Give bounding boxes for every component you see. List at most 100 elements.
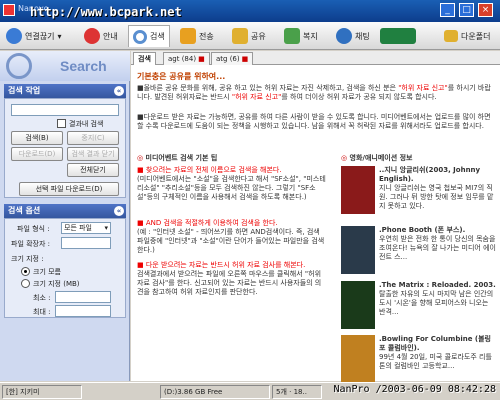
collapse-icon[interactable]: «	[114, 206, 124, 216]
tab-atg[interactable]: atg (6) ■	[211, 52, 254, 65]
toolbar-label: 복지	[303, 31, 318, 41]
file-type-label: 파일 형식 :	[17, 225, 50, 233]
movie-title: ..지니 앙글리쉬(2003, Johnny English).	[379, 166, 481, 183]
close-all-button[interactable]: 전체닫기	[67, 163, 119, 177]
tab-label: agt (84)	[168, 55, 197, 63]
tip-heading: ■ 다운 받으려는 자료는 반드시 허위 자료 검사를 해본다.	[137, 261, 306, 269]
close-icon[interactable]: ■	[198, 55, 205, 63]
movie-text: .Phone Booth (폰 부스). 우연히 받은 전화 한 통이 당신의 목…	[379, 226, 496, 262]
toolbar-label: 연결끊기	[25, 31, 55, 41]
tab-label: atg (6)	[216, 55, 240, 63]
movie-poster	[341, 281, 375, 329]
notice-highlight: "허위 자료 신고"	[231, 93, 282, 101]
status-count: 5개 · 18..	[272, 385, 322, 399]
size-all-radio[interactable]	[21, 267, 30, 276]
min-label: 최소 :	[33, 294, 51, 302]
size-all-label: 크기 모름	[33, 268, 61, 276]
movie-title: .Phone Booth (폰 부스).	[379, 226, 466, 234]
movie-poster	[341, 226, 375, 274]
movie-desc: 탈출한 자유의 도시 마지막 남은 인간의 도시 '시온'을 향해 모피어스와 …	[379, 290, 494, 316]
toolbar-search[interactable]: 검색	[128, 25, 170, 47]
collapse-icon[interactable]: «	[114, 86, 124, 96]
toolbar-chat[interactable]: 채팅	[336, 25, 370, 47]
options-panel: 파일 형식 : 모든 파일 파일 확장자 : 크기 지정 : 크기 모름 크기 …	[4, 218, 126, 318]
movie-desc: 99년 4월 20일, 미국 콜로라도주 리틀톤의 컬럼바인 고등학교...	[379, 353, 492, 370]
movie-text: .The Matrix : Reloaded. 2003. 탈출한 자유의 도시 …	[379, 281, 496, 317]
toolbar-label: 채팅	[355, 31, 370, 41]
movie-text: ..지니 앙글리쉬(2003, Johnny English). 지니 앙글리쉬는…	[379, 166, 496, 211]
max-size-input[interactable]	[55, 305, 111, 317]
movies-title: 영화/애니메이션 정보	[341, 153, 413, 163]
search-icon	[133, 29, 147, 44]
panel-title: 검색 옵션	[8, 206, 41, 215]
share-icon	[232, 28, 248, 44]
extension-label: 파일 확장자 :	[11, 240, 51, 248]
info-icon	[84, 28, 100, 44]
notice-title: 기본충은 공유를 위하여...	[137, 72, 226, 81]
toolbar-disconnect[interactable]: 연결끊기 ▾	[6, 25, 61, 47]
transfer-icon	[180, 28, 196, 44]
toolbar-share[interactable]: 공유	[232, 25, 266, 47]
extension-input[interactable]	[61, 237, 111, 249]
search-panel-header[interactable]: 검색 작업 «	[4, 84, 126, 98]
tab-search[interactable]: 검색	[133, 52, 156, 65]
search-panel: 결과내 검색 검색(B) 중지(C) 다운로드(D) 검색 결과 닫기 전체닫기…	[4, 98, 126, 198]
search-input[interactable]	[11, 104, 119, 116]
movie-item[interactable]: ..지니 앙글리쉬(2003, Johnny English). 지니 앙글리쉬는…	[341, 166, 496, 221]
movie-item[interactable]: .The Matrix : Reloaded. 2003. 탈출한 자유의 도시 …	[341, 281, 496, 336]
tip-heading: ■ AND 검색을 적절하게 이용하여 검색을 한다.	[137, 219, 278, 227]
file-type-select[interactable]: 모든 파일	[61, 222, 111, 234]
toolbar-status[interactable]	[380, 25, 416, 47]
timestamp-stamp: NanPro /2003-06-09 08:42:28	[333, 384, 496, 395]
tips-title: 미디어벤트 검색 기본 팁	[137, 153, 218, 163]
connect-icon	[6, 28, 22, 44]
result-search-label: 결과내 검색	[69, 120, 104, 128]
tip-body: 검색결과에서 받으려는 파일에 오른쪽 마우스를 클릭해서 "허위 자료 검사"…	[137, 270, 322, 296]
tab-agt[interactable]: agt (84) ■	[163, 52, 210, 65]
search-button[interactable]: 검색(B)	[11, 131, 63, 145]
movie-item[interactable]: .Phone Booth (폰 부스). 우연히 받은 전화 한 통이 당신의 목…	[341, 226, 496, 281]
close-icon[interactable]: ■	[242, 55, 249, 63]
search-banner: Search	[0, 51, 130, 81]
movie-desc: 지니 앙글리쉬는 영국 첩보국 MI7의 직원. 그러나 뒤 방한 탓에 정보 …	[379, 184, 494, 210]
movie-text: .Bowling For Columbine (볼링 포 콜럼바인). 99년 4…	[379, 335, 496, 371]
tip-3: ■ 다운 받으려는 자료는 반드시 허위 자료 검사를 해본다. 검색결과에서 …	[137, 261, 327, 297]
tip-heading: ■ 찾으려는 자료의 전체 이름으로 검색을 해본다.	[137, 166, 282, 174]
toolbar-transfer[interactable]: 전송	[180, 25, 214, 47]
result-search-checkbox[interactable]	[57, 119, 66, 128]
toolbar-info[interactable]: 안내	[84, 25, 118, 47]
download-button[interactable]: 다운로드(D)	[11, 147, 63, 161]
tip-2: ■ AND 검색을 적절하게 이용하여 검색을 한다. (예 : "인터넷 소설…	[137, 219, 327, 255]
notice-paragraph-2: ■다운로드 받은 자료는 가능하면, 공유를 하여 다른 사람이 받을 수 있도…	[137, 113, 491, 130]
folder-icon	[444, 30, 458, 42]
download-selected-button[interactable]: 선택 파일 다운로드(D)	[19, 182, 119, 196]
toolbar-welfare[interactable]: 복지	[284, 25, 318, 47]
main-toolbar: 연결끊기 ▾ 안내 검색 전송 공유 복지 채팅 다운폴더	[0, 22, 500, 50]
search-sidebar: Search 검색 작업 « 결과내 검색 검색(B) 중지(C) 다운로드(D…	[0, 51, 130, 381]
movie-poster	[341, 166, 375, 214]
welfare-icon	[284, 28, 300, 44]
notice-paragraph-1: ■올바른 공유 문화를 위해, 공유 하고 있는 허위 자료는 자진 삭제하고,…	[137, 84, 493, 102]
tip-1: ■ 찾으려는 자료의 전체 이름으로 검색을 해본다. (미디어벤트에서는 "소…	[137, 166, 327, 202]
close-button[interactable]: ×	[478, 3, 493, 17]
status-icon	[380, 28, 416, 44]
status-mode: [한] 지키미	[2, 385, 82, 399]
size-custom-label: 크기 지정 (MB)	[33, 280, 80, 288]
close-result-button[interactable]: 검색 결과 닫기	[67, 147, 119, 161]
toolbar-label: 검색	[150, 32, 165, 41]
watermark-url: http://www.bcpark.net	[30, 5, 182, 19]
toolbar-download-folder[interactable]: 다운폴더	[444, 25, 490, 47]
stop-button[interactable]: 중지(C)	[67, 131, 119, 145]
chat-icon	[336, 28, 352, 44]
minimize-button[interactable]: _	[440, 3, 455, 17]
movie-desc: 우연히 받은 전화 한 통이 당신의 목숨을 조여온다! 뉴욕의 잘 나가는 미…	[379, 235, 496, 261]
panel-title: 검색 작업	[8, 86, 41, 95]
options-panel-header[interactable]: 검색 옵션 «	[4, 204, 126, 218]
min-size-input[interactable]	[55, 291, 111, 303]
maximize-button[interactable]: □	[459, 3, 474, 17]
status-drive: (D:)3.86 GB Free	[160, 385, 270, 399]
size-custom-radio[interactable]	[21, 279, 30, 288]
max-label: 최대 :	[33, 308, 51, 316]
tab-label: 검색	[138, 55, 151, 63]
movie-poster	[341, 335, 375, 383]
